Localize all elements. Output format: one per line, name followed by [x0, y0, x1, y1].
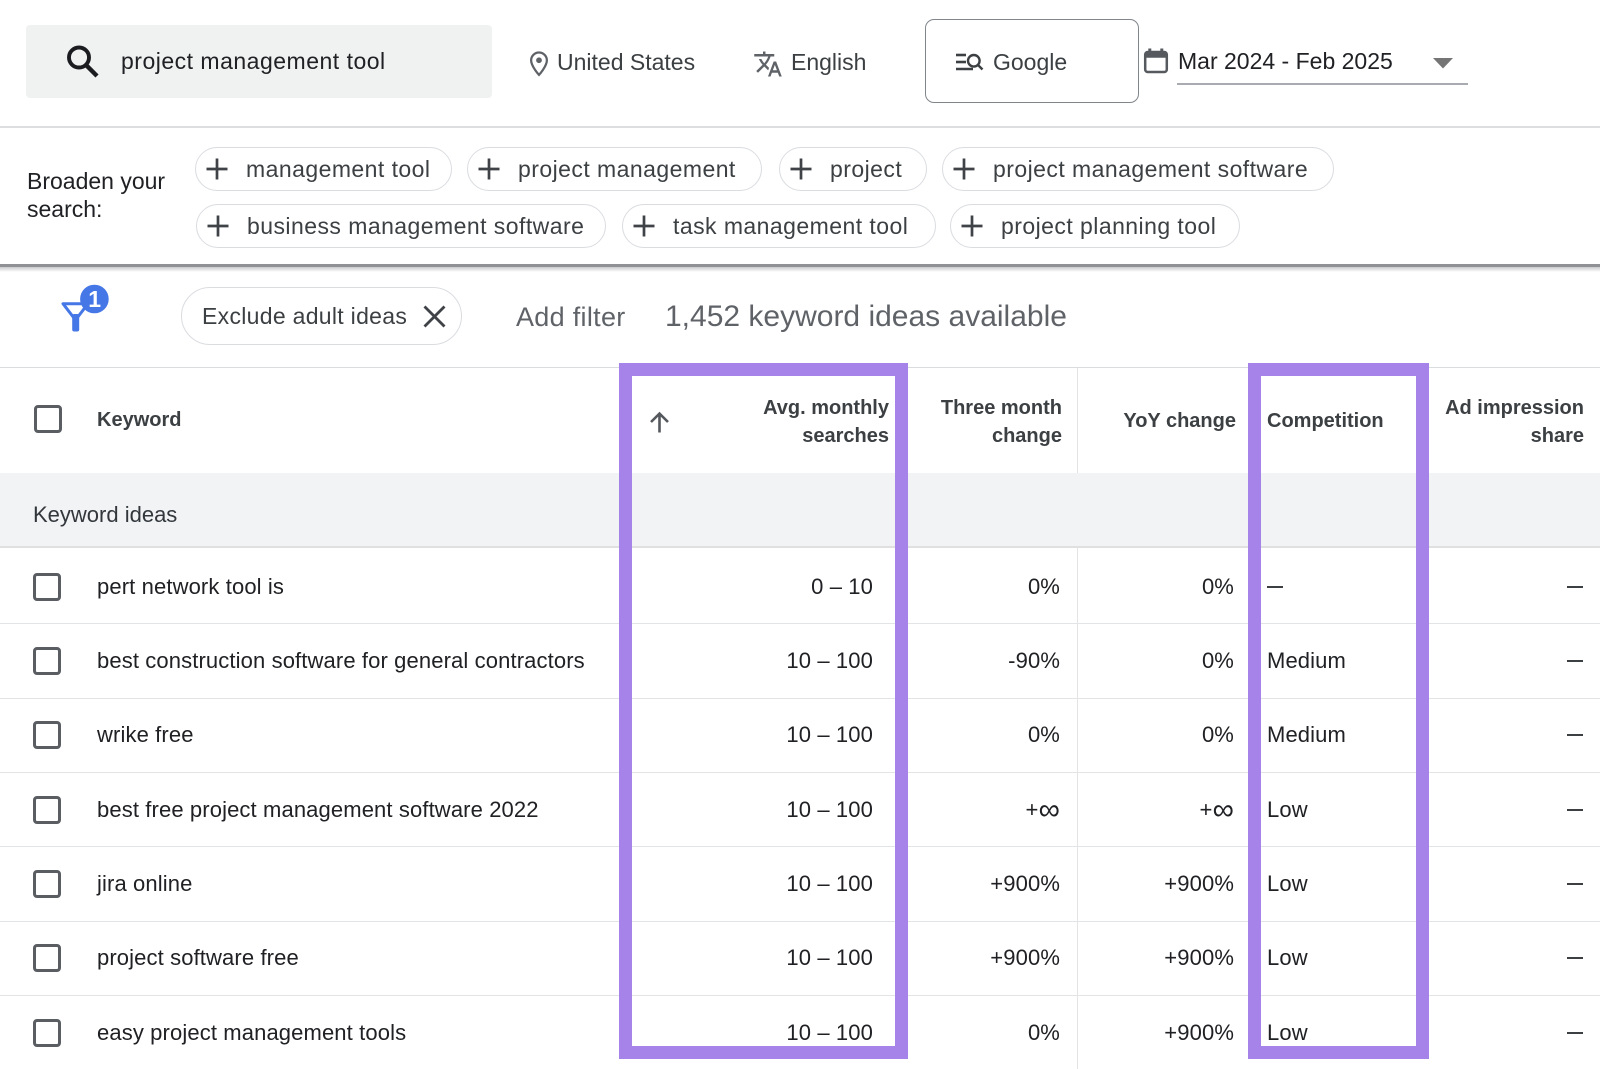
svg-text:1: 1	[88, 286, 101, 312]
